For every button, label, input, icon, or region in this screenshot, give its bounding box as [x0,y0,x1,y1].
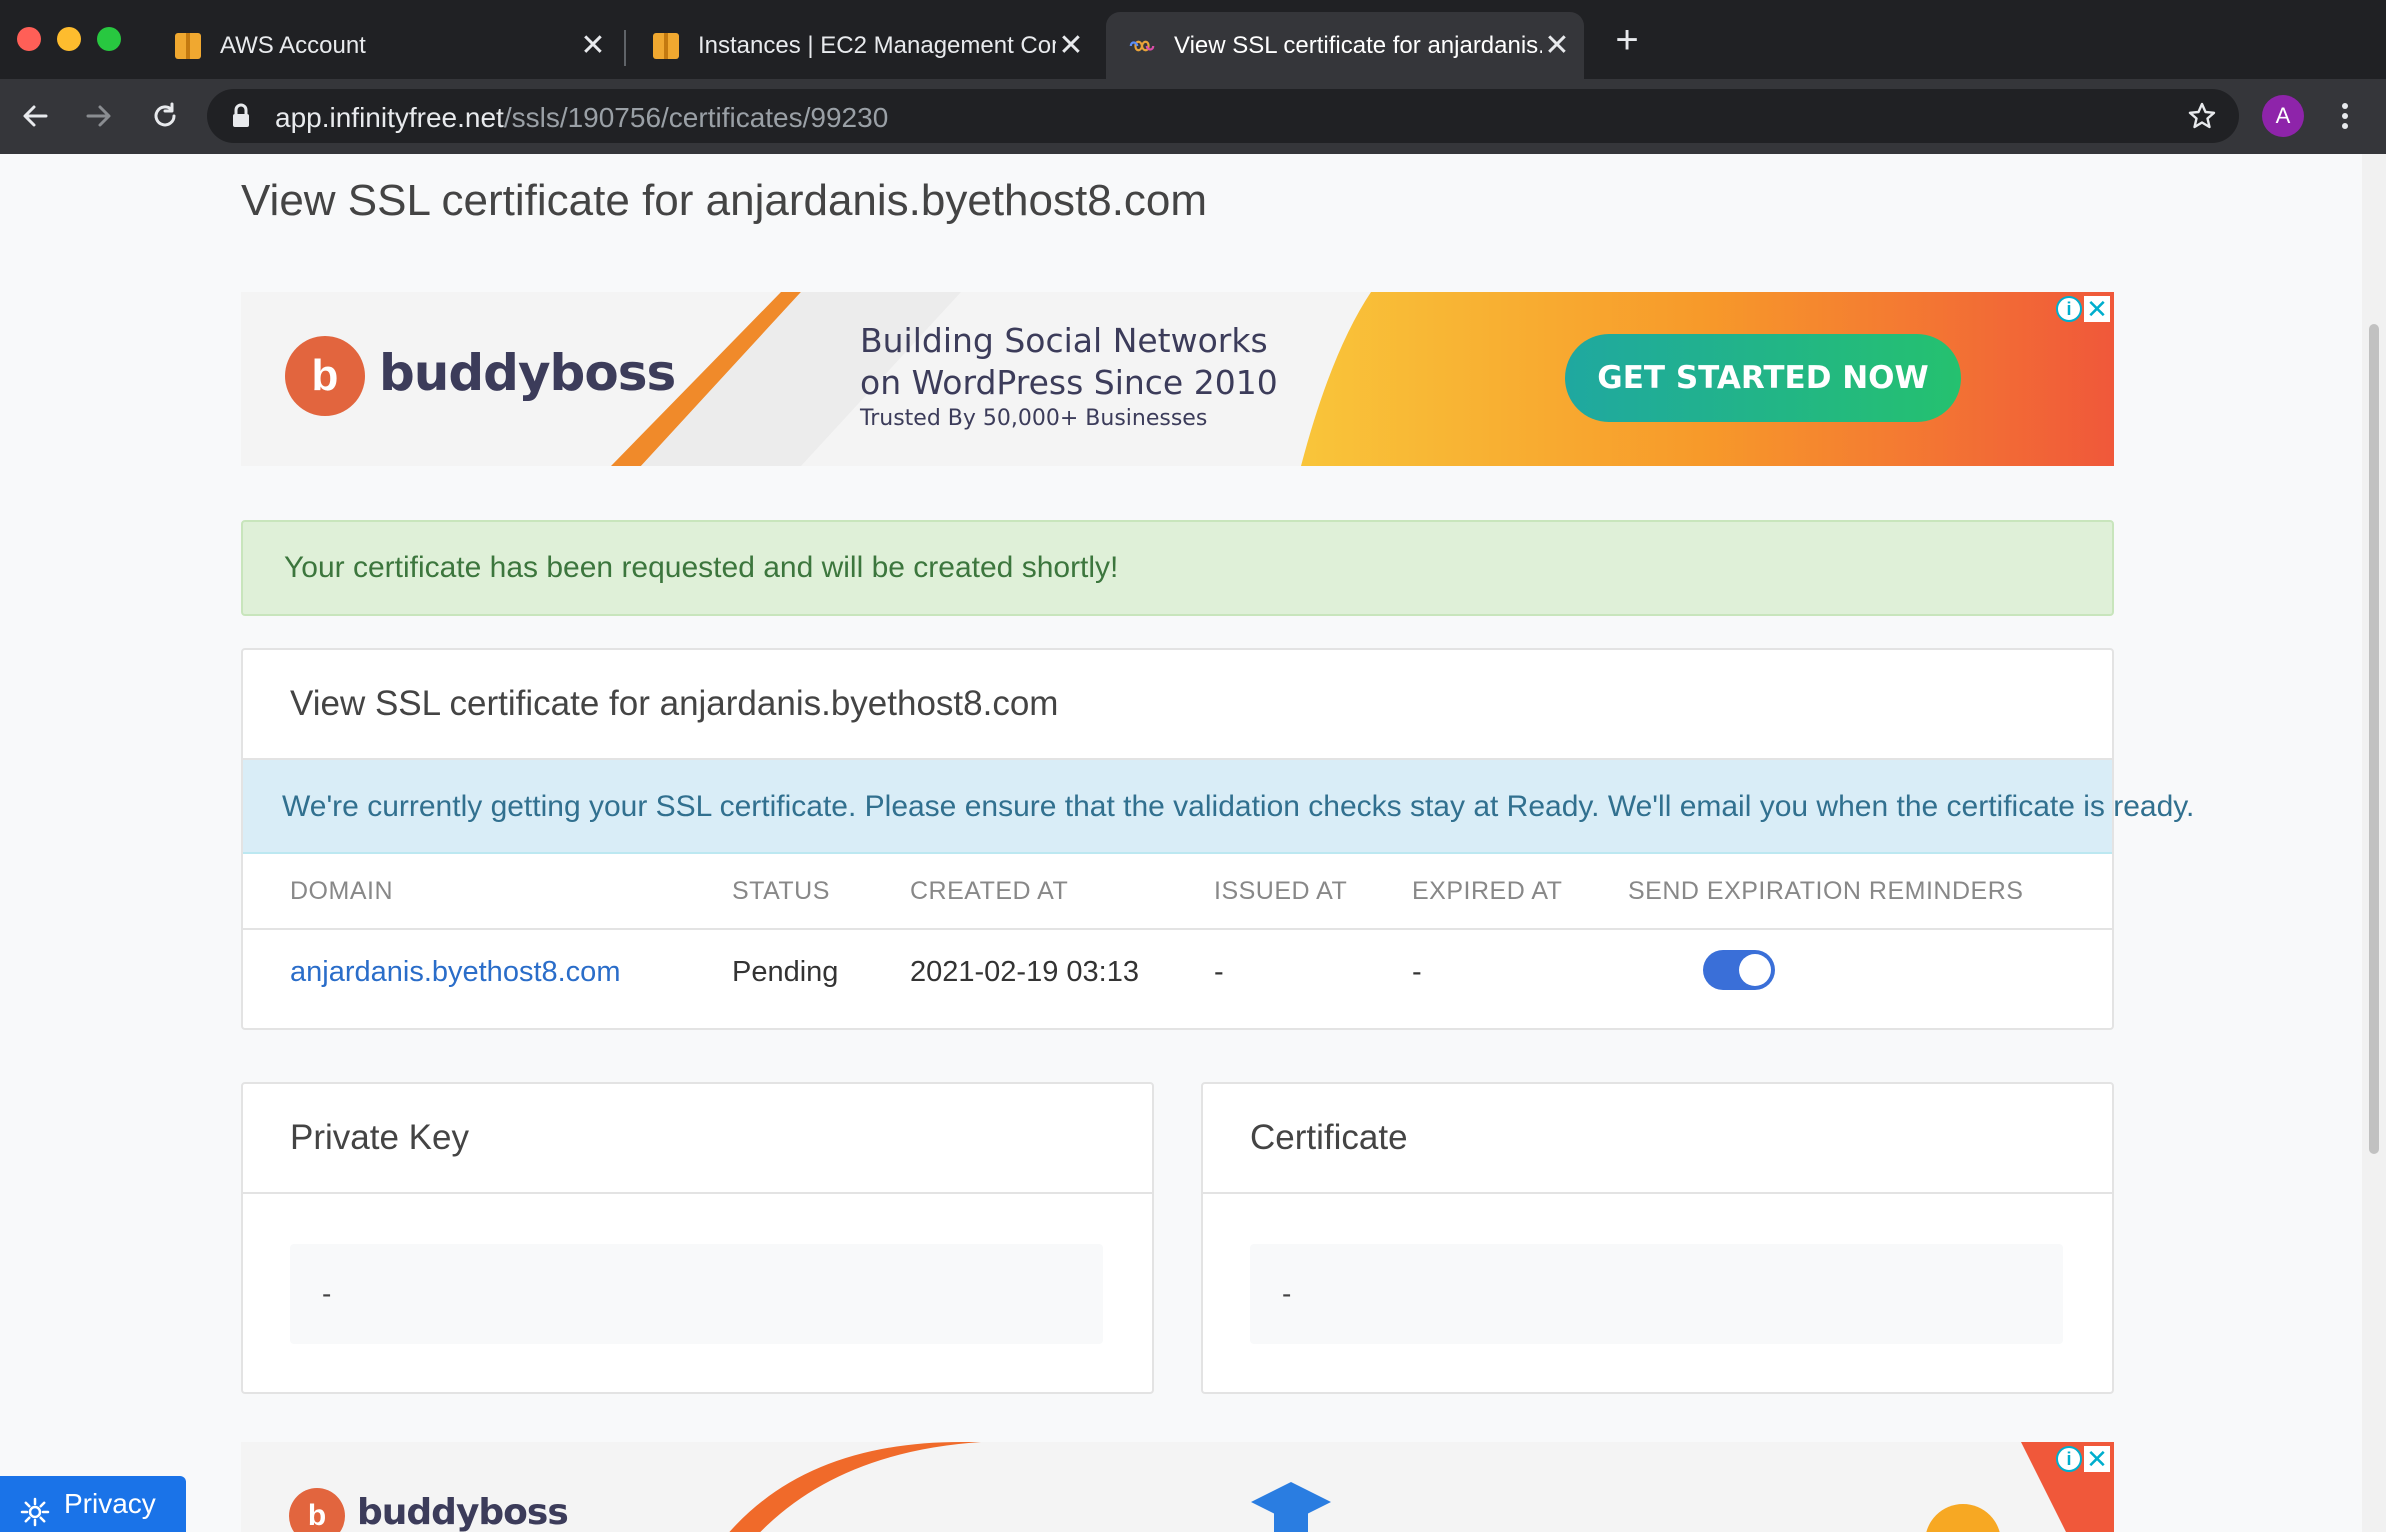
created-at-value: 2021-02-19 03:13 [910,956,1139,988]
url-host: app.infinityfree.net [275,102,504,133]
ad-info-icon[interactable]: i [2056,296,2082,322]
back-button[interactable] [12,93,58,139]
scrollbar-thumb[interactable] [2369,324,2379,1154]
privacy-label: Privacy [64,1488,156,1519]
private-key-box[interactable]: - [290,1244,1103,1344]
tab-close-icon[interactable]: ✕ [1542,29,1572,62]
certificate-title: Certificate [1203,1084,2112,1194]
certificate-details-card: View SSL certificate for anjardanis.byet… [241,648,2194,1030]
column-header-domain: Domain [290,877,393,905]
table-divider [243,928,2112,930]
browser-tab-bar: AWS Account ✕ Instances | EC2 Management… [0,0,2386,79]
expiration-reminder-toggle[interactable] [1703,950,1775,990]
tab-title: AWS Account [220,31,366,59]
tab-title: Instances | EC2 Management Console [698,31,1056,59]
ad-headline-line2: on WordPress Since 2010 [860,363,1278,402]
success-alert: Your certificate has been requested and … [241,520,2114,616]
private-key-card: Private Key - [241,1082,1154,1394]
private-key-title: Private Key [243,1084,1152,1194]
tab-separator [624,30,626,66]
ad-cta-button[interactable]: GET STARTED NOW [1565,334,1961,422]
browser-toolbar: app.infinityfree.net/ssls/190756/certifi… [0,79,2386,154]
arrow-right-icon [86,105,111,127]
expired-at-value: - [1412,956,1422,988]
column-header-created-at: Created at [910,877,1069,905]
toggle-knob [1739,954,1771,986]
page-scrollbar[interactable] [2362,154,2386,1532]
card-title: View SSL certificate for anjardanis.byet… [243,650,2112,760]
forward-button[interactable] [76,93,122,139]
column-header-expired-at: Expired at [1412,877,1563,905]
page-title: View SSL certificate for anjardanis.byet… [241,176,1208,225]
ad-banner-bottom[interactable]: b buddyboss i ✕ [241,1442,2114,1532]
window-zoom-button[interactable] [97,27,121,51]
tab-view-ssl-certificate[interactable]: View SSL certificate for anjardanis.byet… [1106,12,1584,79]
new-tab-button[interactable]: + [1612,20,1642,60]
ad-headline-line1: Building Social Networks [860,321,1268,360]
info-alert: We're currently getting your SSL certifi… [243,760,2194,854]
tab-title: View SSL certificate for anjardanis.byet… [1174,31,1542,59]
tab-close-icon[interactable]: ✕ [578,29,608,62]
ad-banner-top[interactable]: b buddyboss Building Social Networks on … [241,292,2114,466]
infinityfree-icon [1128,32,1156,60]
page-content: View SSL certificate for anjardanis.byet… [0,154,2362,1532]
reload-button[interactable] [142,93,188,139]
browser-menu-button[interactable] [2330,93,2360,139]
privacy-button[interactable]: Privacy [0,1476,186,1532]
more-vertical-icon [2342,103,2348,129]
ad-headline: Building Social Networks on WordPress Si… [860,320,1278,404]
lock-icon [231,103,251,134]
aws-box-icon [652,32,680,60]
tab-aws-account[interactable]: AWS Account ✕ [152,12,620,79]
window-minimize-button[interactable] [57,27,81,51]
ad-brand: buddyboss [379,344,676,402]
profile-avatar[interactable]: A [2262,95,2304,137]
gear-icon [20,1490,50,1532]
status-value: Pending [732,956,839,988]
url-text: app.infinityfree.net/ssls/190756/certifi… [275,102,888,134]
certificate-card: Certificate - [1201,1082,2114,1394]
ad-close-icon[interactable]: ✕ [2084,296,2110,322]
ad-info-icon[interactable]: i [2056,1446,2082,1472]
tab-ec2-instances[interactable]: Instances | EC2 Management Console ✕ [630,12,1098,79]
buddyboss-logo-icon: b [285,336,365,416]
ad-subline: Trusted By 50,000+ Businesses [860,406,1208,431]
aws-box-icon [174,32,202,60]
url-path: /ssls/190756/certificates/99230 [503,102,889,133]
column-header-status: Status [732,877,830,905]
certificate-table: Domain Status Created at Issued at Expir… [243,854,2112,1028]
column-header-issued-at: Issued at [1214,877,1348,905]
issued-at-value: - [1214,956,1224,988]
certificate-box[interactable]: - [1250,1244,2063,1344]
arrow-left-icon [23,105,48,127]
window-close-button[interactable] [17,27,41,51]
address-bar[interactable]: app.infinityfree.net/ssls/190756/certifi… [207,89,2239,143]
ad-close-icon[interactable]: ✕ [2084,1446,2110,1472]
domain-link[interactable]: anjardanis.byethost8.com [290,950,620,994]
ad-brand: buddyboss [357,1492,569,1532]
column-header-send-reminders: Send expiration reminders [1628,877,2024,905]
reload-icon [154,102,176,127]
tab-close-icon[interactable]: ✕ [1056,29,1086,62]
bookmark-star-icon[interactable] [2187,101,2217,136]
